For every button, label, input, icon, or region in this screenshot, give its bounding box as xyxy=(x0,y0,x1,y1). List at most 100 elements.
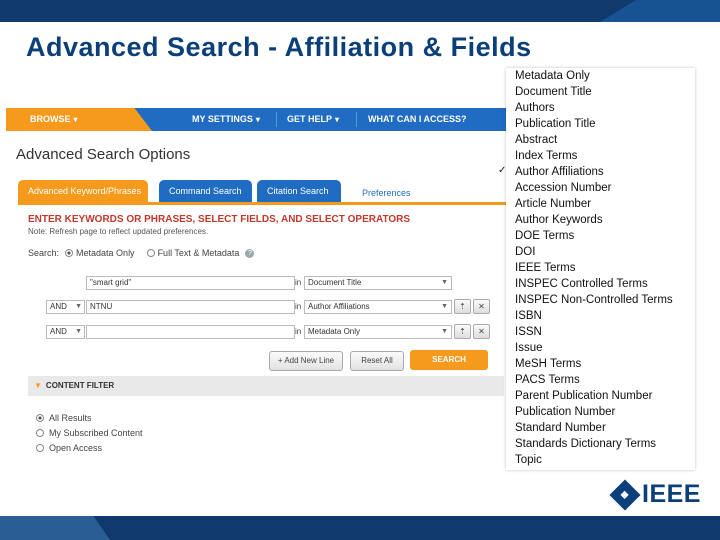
refresh-note: Note: Refresh page to reflect updated pr… xyxy=(28,227,209,236)
dropdown-option[interactable]: MeSH Terms xyxy=(515,356,581,372)
subscribed-radio[interactable] xyxy=(36,429,44,437)
dropdown-option[interactable]: DOE Terms xyxy=(515,228,574,244)
chevron-down-icon: ▾ xyxy=(255,115,260,124)
dropdown-option[interactable]: Document Title xyxy=(515,84,592,100)
nav-get-help-label: GET HELP xyxy=(287,114,333,124)
in-label: in xyxy=(295,327,302,336)
move-up-button[interactable]: ⇡ xyxy=(454,299,471,314)
content-filter-header[interactable]: ▼ CONTENT FILTER xyxy=(28,376,504,396)
operator-select-3[interactable]: AND ▼ xyxy=(46,325,85,339)
slide-top-bar xyxy=(0,0,720,22)
filter-option-label: All Results xyxy=(49,413,92,423)
tab-command-search[interactable]: Command Search xyxy=(159,180,252,202)
filter-option-label: My Subscribed Content xyxy=(49,428,143,438)
ieee-logo-text: IEEE xyxy=(642,480,701,508)
filter-option-label: Open Access xyxy=(49,443,103,453)
slide-title: Advanced Search - Affiliation & Fields xyxy=(26,32,532,62)
dropdown-option[interactable]: Standard Number xyxy=(515,420,606,436)
page-title: Advanced Search Options xyxy=(16,146,191,163)
nav-what-can-i-access[interactable]: WHAT CAN I ACCESS? xyxy=(368,108,467,131)
check-icon: ✓ xyxy=(498,165,507,176)
dropdown-option[interactable]: Standards Dictionary Terms xyxy=(515,436,656,452)
nav-my-settings[interactable]: MY SETTINGS ▾ xyxy=(192,108,260,131)
search-term-input-2[interactable]: NTNU xyxy=(86,300,295,314)
all-results-radio[interactable] xyxy=(36,414,44,422)
ieee-logo: ◆ IEEE xyxy=(609,478,701,511)
dropdown-option[interactable]: DOI xyxy=(515,244,535,260)
instructions-heading: ENTER KEYWORDS OR PHRASES, SELECT FIELDS… xyxy=(28,214,411,225)
collapse-triangle-icon: ▼ xyxy=(34,381,42,390)
reset-all-button[interactable]: Reset All xyxy=(350,351,404,371)
field-select-1[interactable]: Document Title ▼ xyxy=(304,276,452,290)
dropdown-option[interactable]: Topic xyxy=(515,452,542,468)
dropdown-option[interactable]: Publication Number xyxy=(515,404,615,420)
open-access-radio[interactable] xyxy=(36,444,44,452)
search-label: Search: xyxy=(28,248,60,258)
remove-line-button[interactable]: ✕ xyxy=(473,324,490,339)
dropdown-option[interactable]: Issue xyxy=(515,340,543,356)
field-select-2[interactable]: Author Affiliations ▼ xyxy=(304,300,452,314)
remove-line-button[interactable]: ✕ xyxy=(473,299,490,314)
dropdown-option[interactable]: Author Keywords xyxy=(515,212,603,228)
in-label: in xyxy=(295,302,302,311)
metadata-only-label: Metadata Only xyxy=(76,248,135,258)
search-term-input-3[interactable] xyxy=(86,325,295,339)
metadata-only-radio[interactable] xyxy=(65,249,74,257)
dropdown-option[interactable]: Author Affiliations xyxy=(515,164,604,180)
full-text-radio[interactable] xyxy=(146,249,155,257)
dropdown-arrow-icon: ▼ xyxy=(441,279,448,286)
filter-option-all[interactable]: All Results xyxy=(36,413,92,423)
browse-menu[interactable] xyxy=(6,108,152,131)
field-select-3[interactable]: Metadata Only ▼ xyxy=(304,325,452,339)
top-bar-swoosh xyxy=(600,0,720,22)
nav-browse[interactable]: BROWSE ▾ xyxy=(30,108,78,131)
operator-select-2[interactable]: AND ▼ xyxy=(46,300,85,314)
operator-select-3-value: AND xyxy=(50,327,67,336)
content-filter-title: CONTENT FILTER xyxy=(45,381,115,390)
add-new-line-button[interactable]: + Add New Line xyxy=(269,351,343,371)
dropdown-option[interactable]: Article Number xyxy=(515,196,591,212)
tab-preferences[interactable]: Preferences xyxy=(352,186,421,200)
dropdown-option[interactable]: Abstract xyxy=(515,132,557,148)
dropdown-arrow-icon: ▼ xyxy=(441,328,448,335)
tab-citation-search[interactable]: Citation Search xyxy=(257,180,341,202)
search-term-input-1[interactable]: "smart grid" xyxy=(86,276,295,290)
search-scope: Search: Metadata Only Full Text & Metada… xyxy=(28,248,255,258)
dropdown-option[interactable]: INSPEC Non-Controlled Terms xyxy=(515,292,673,308)
slide-bottom-bar xyxy=(0,516,720,540)
bottom-bar-wedge xyxy=(0,516,110,540)
dropdown-option[interactable]: Index Terms xyxy=(515,148,577,164)
help-icon[interactable]: ? xyxy=(245,248,255,258)
dropdown-arrow-icon: ▼ xyxy=(75,303,82,310)
dropdown-option[interactable]: Parent Publication Number xyxy=(515,388,652,404)
chevron-down-icon: ▾ xyxy=(335,115,340,124)
operator-select-2-value: AND xyxy=(50,302,67,311)
dropdown-option[interactable]: ISBN xyxy=(515,308,542,324)
dropdown-arrow-icon: ▼ xyxy=(75,328,82,335)
field-select-3-value: Metadata Only xyxy=(308,327,361,336)
nav-get-help[interactable]: GET HELP ▾ xyxy=(287,108,339,131)
field-dropdown-menu: Metadata Only Document Title Authors Public… xyxy=(506,68,695,470)
dropdown-option[interactable]: ISSN xyxy=(515,324,542,340)
search-button[interactable]: SEARCH xyxy=(410,350,488,370)
move-up-button[interactable]: ⇡ xyxy=(454,324,471,339)
nav-divider xyxy=(276,112,277,127)
ieee-diamond-icon: ◆ xyxy=(609,478,641,511)
nav-browse-label: BROWSE xyxy=(30,114,71,124)
dropdown-option[interactable]: Metadata Only xyxy=(515,68,590,84)
filter-option-subscribed[interactable]: My Subscribed Content xyxy=(36,428,143,438)
dropdown-option[interactable]: Accession Number xyxy=(515,180,612,196)
dropdown-arrow-icon: ▼ xyxy=(441,303,448,310)
dropdown-option[interactable]: Authors xyxy=(515,100,555,116)
field-select-1-value: Document Title xyxy=(308,278,362,287)
tab-advanced-keyword[interactable]: Advanced Keyword/Phrases xyxy=(18,180,148,202)
filter-option-open-access[interactable]: Open Access xyxy=(36,443,102,453)
dropdown-option[interactable]: Publication Title xyxy=(515,116,596,132)
full-text-label: Full Text & Metadata xyxy=(157,248,240,258)
in-label: in xyxy=(295,278,302,287)
dropdown-option[interactable]: PACS Terms xyxy=(515,372,580,388)
chevron-down-icon: ▾ xyxy=(73,115,78,124)
dropdown-option[interactable]: IEEE Terms xyxy=(515,260,576,276)
dropdown-option[interactable]: INSPEC Controlled Terms xyxy=(515,276,648,292)
nav-divider xyxy=(356,112,357,127)
